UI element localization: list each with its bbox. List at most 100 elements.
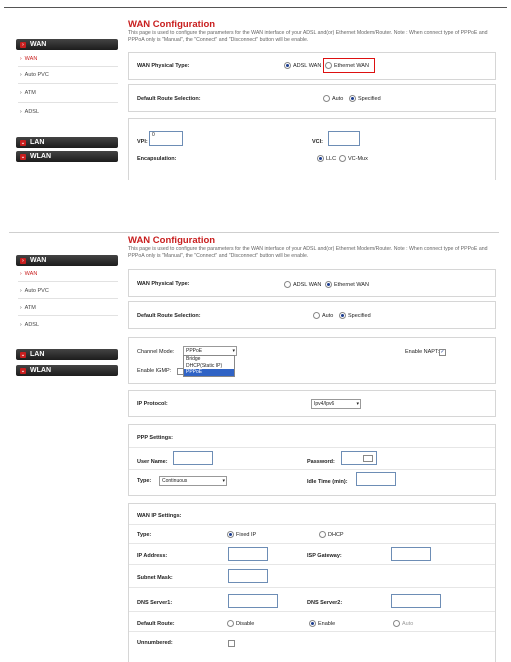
- radio-selected-icon: [227, 531, 234, 538]
- idle-time-input[interactable]: [356, 472, 396, 486]
- dns1-input[interactable]: [228, 594, 278, 608]
- encapsulation-label: Encapsulation:: [137, 156, 177, 162]
- sidebar-item-auto-pvc[interactable]: › Auto PVC: [20, 288, 49, 294]
- password-input[interactable]: [341, 451, 377, 465]
- radio-icon: [313, 312, 320, 319]
- row-divider: [129, 447, 495, 448]
- default-route-label: Default Route Selection:: [137, 96, 201, 102]
- radio-selected-icon: [317, 155, 324, 162]
- sidebar-item-adsl[interactable]: › ADSL: [20, 109, 39, 115]
- dropdown-arrow-icon: ▾: [222, 478, 225, 484]
- arrow-right-icon: ›: [20, 56, 22, 62]
- sidebar-item-auto-pvc[interactable]: › Auto PVC: [20, 72, 49, 78]
- enable-radio[interactable]: Enable: [309, 620, 335, 627]
- sidebar-item-wan[interactable]: › WAN: [20, 271, 37, 277]
- vcmux-radio[interactable]: VC-Mux: [339, 155, 368, 162]
- default-route-label: Default Route Selection:: [137, 313, 201, 319]
- channel-option-pppoe[interactable]: PPPoE: [184, 369, 234, 376]
- channel-mode-options: Bridge DHCP(Static IP) PPPoE: [183, 355, 235, 377]
- radio-selected-icon: [284, 62, 291, 69]
- ip-protocol-panel: IP Protocol: Ipv4/Ipv6 ▾: [128, 390, 496, 417]
- fixed-ip-radio[interactable]: Fixed IP: [227, 531, 256, 538]
- ip-address-label: IP Address:: [137, 553, 168, 559]
- radio-selected-icon: [325, 281, 332, 288]
- specified-radio[interactable]: Specified: [349, 95, 381, 102]
- sidebar-category-lan[interactable]: ⌄ LAN: [16, 137, 118, 148]
- radio-icon: [284, 281, 291, 288]
- radio-icon: [339, 155, 346, 162]
- sidebar-divider: [18, 83, 118, 84]
- sidebar-divider: [18, 298, 118, 299]
- sidebar-item-adsl[interactable]: › ADSL: [20, 322, 39, 328]
- sidebar: › WAN › WAN › Auto PVC › ATM › ADSL ⌄ LAN ⌄ WLA…: [9, 18, 123, 180]
- vci-label: VCI:: [312, 139, 323, 145]
- vpi-input[interactable]: 0: [149, 131, 183, 146]
- channel-mode-panel: Channel Mode: PPPoE ▾ Bridge DHCP(Static …: [128, 337, 496, 384]
- ip-address-input[interactable]: [228, 547, 268, 561]
- row-divider: [129, 524, 495, 525]
- sidebar-divider: [18, 66, 118, 67]
- default-route-panel: Default Route Selection: Auto Specified: [128, 84, 496, 112]
- row-divider: [129, 543, 495, 544]
- dns1-label: DNS Server1:: [137, 600, 173, 606]
- arrow-right-icon: ›: [20, 72, 22, 78]
- enable-igmp-label: Enable IGMP:: [137, 368, 172, 374]
- auto2-radio[interactable]: Auto: [393, 620, 413, 627]
- vci-input[interactable]: [328, 131, 360, 146]
- sidebar-item-wan[interactable]: › WAN: [20, 56, 37, 62]
- page-title: WAN Configuration: [128, 235, 216, 246]
- sidebar-category-wlan[interactable]: ⌄ WLAN: [16, 151, 118, 162]
- idle-time-label: Idle Time (min):: [307, 479, 348, 485]
- physical-type-panel: WAN Physical Type: ADSL WAN Ethernet WAN: [128, 269, 496, 297]
- ethernet-wan-radio[interactable]: Ethernet WAN: [325, 281, 369, 288]
- vpi-label: VPI:: [137, 139, 148, 145]
- auto-radio[interactable]: Auto: [313, 312, 333, 319]
- row-divider: [129, 631, 495, 632]
- isp-gateway-input[interactable]: [391, 547, 431, 561]
- chevron-down-icon: ⌄: [20, 368, 26, 374]
- llc-radio[interactable]: LLC: [317, 155, 336, 162]
- channel-mode-label: Channel Mode:: [137, 349, 175, 355]
- adsl-wan-radio[interactable]: ADSL WAN: [284, 281, 321, 288]
- row-divider: [129, 611, 495, 612]
- wan-ip-settings-panel: WAN IP Settings: Type: Fixed IP DHCP IP …: [128, 503, 496, 662]
- arrow-right-icon: ›: [20, 288, 22, 294]
- username-label: User Name:: [137, 459, 168, 465]
- sidebar-divider: [18, 281, 118, 282]
- dns2-input[interactable]: [391, 594, 441, 608]
- adsl-wan-radio[interactable]: ADSL WAN: [284, 62, 321, 69]
- page-description: This page is used to configure the param…: [128, 30, 488, 43]
- disable-radio[interactable]: Disable: [227, 620, 254, 627]
- sidebar-item-atm[interactable]: › ATM: [20, 305, 36, 311]
- ip-protocol-select[interactable]: Ipv4/Ipv6 ▾: [311, 399, 361, 409]
- chevron-right-icon: ›: [20, 42, 26, 48]
- username-input[interactable]: [173, 451, 213, 465]
- sidebar-divider: [18, 102, 118, 103]
- arrow-right-icon: ›: [20, 305, 22, 311]
- radio-selected-icon: [339, 312, 346, 319]
- type-label: Type:: [137, 478, 152, 484]
- sidebar-category-wan[interactable]: › WAN: [16, 39, 118, 50]
- dhcp-radio[interactable]: DHCP: [319, 531, 344, 538]
- type-select[interactable]: Continuous ▾: [159, 476, 227, 486]
- subnet-mask-input[interactable]: [228, 569, 268, 583]
- dns2-label: DNS Server2:: [307, 600, 343, 606]
- sidebar-category-wlan[interactable]: ⌄ WLAN: [16, 365, 118, 376]
- chevron-down-icon: ⌄: [20, 140, 26, 146]
- unnumbered-label: Unnumbered:: [137, 640, 173, 646]
- enable-napt-checkbox[interactable]: ✓: [439, 349, 446, 356]
- sidebar-category-lan[interactable]: ⌄ LAN: [16, 349, 118, 360]
- specified-radio[interactable]: Specified: [339, 312, 371, 319]
- dropdown-arrow-icon: ▾: [356, 401, 359, 407]
- unnumbered-checkbox[interactable]: [228, 640, 235, 647]
- screenshot-2: › WAN › WAN › Auto PVC › ATM › ADSL ⌄ LAN ⌄ WLA…: [9, 232, 499, 662]
- row-divider: [129, 587, 495, 588]
- enable-igmp-checkbox[interactable]: [177, 368, 184, 375]
- arrow-right-icon: ›: [20, 90, 22, 96]
- sidebar-item-atm[interactable]: › ATM: [20, 90, 36, 96]
- radio-icon: [227, 620, 234, 627]
- sidebar-divider: [18, 315, 118, 316]
- auto-radio[interactable]: Auto: [323, 95, 343, 102]
- sidebar-category-wan[interactable]: › WAN: [16, 255, 118, 266]
- screenshot-1: › WAN › WAN › Auto PVC › ATM › ADSL ⌄ LAN ⌄ WLA…: [9, 18, 499, 180]
